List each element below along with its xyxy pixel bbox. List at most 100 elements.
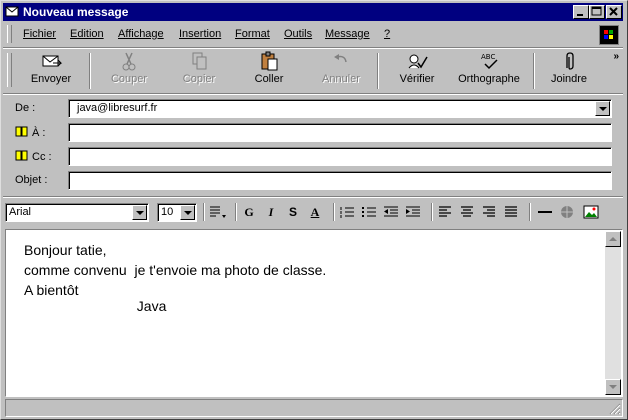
align-center-button[interactable]	[459, 204, 475, 220]
message-line: Bonjour tatie,	[24, 242, 107, 258]
spelling-button[interactable]: ABC Orthographe	[455, 51, 523, 91]
address-book-icon	[15, 150, 28, 161]
minimize-button[interactable]	[573, 5, 589, 19]
scroll-up-button[interactable]	[605, 231, 621, 247]
underline-button[interactable]: S	[285, 204, 301, 220]
numbered-list-button[interactable]	[339, 204, 355, 220]
copy-button[interactable]: Copier	[173, 51, 225, 91]
header-separator-line	[3, 196, 623, 198]
menu-format[interactable]: Format	[235, 28, 270, 40]
font-size-dropdown-button[interactable]	[180, 205, 195, 220]
menu-help[interactable]: ?	[384, 28, 390, 40]
bold-button[interactable]: G	[241, 204, 257, 220]
italic-button[interactable]: I	[263, 204, 279, 220]
undo-button[interactable]: Annuler	[315, 51, 367, 91]
message-body[interactable]: Bonjour tatie, comme convenu je t'envoie…	[5, 229, 623, 397]
horizontal-line-icon	[538, 211, 552, 213]
subject-field[interactable]	[68, 171, 612, 190]
scroll-down-button[interactable]	[605, 379, 621, 395]
message-line: Java	[24, 298, 167, 314]
scissors-icon	[122, 52, 136, 71]
send-icon	[42, 55, 63, 67]
vertical-scrollbar[interactable]	[605, 231, 621, 395]
insert-link-button[interactable]	[559, 204, 575, 220]
main-toolbar: Envoyer Couper Copier Coller Annuler Vér…	[3, 49, 623, 93]
picture-icon	[583, 205, 599, 219]
font-select[interactable]: Arial	[5, 203, 149, 222]
bullet-list-icon	[362, 207, 376, 217]
menu-affichage[interactable]: Affichage	[118, 28, 164, 40]
check-names-button[interactable]: Vérifier	[391, 51, 443, 91]
to-label-wrap[interactable]: À :	[15, 126, 45, 139]
maximize-button[interactable]	[589, 5, 605, 19]
message-line: A bientôt	[24, 282, 79, 298]
toolbar-separator	[89, 53, 91, 89]
increase-indent-button[interactable]	[405, 204, 421, 220]
arrow-up-icon	[609, 237, 617, 241]
format-toolbar: Arial 10 G I S A	[3, 199, 623, 225]
toolbar-separator-line	[3, 93, 623, 95]
font-dropdown-button[interactable]	[132, 205, 147, 220]
align-right-button[interactable]	[481, 204, 497, 220]
compose-window: Nouveau message Fichier Edition Affichag…	[0, 0, 628, 420]
align-left-icon	[439, 206, 451, 217]
font-color-button[interactable]: A	[307, 204, 323, 220]
toolbar-grip[interactable]	[7, 53, 12, 87]
toolbar-more-button[interactable]: »	[613, 51, 619, 62]
cc-label-wrap[interactable]: Cc :	[15, 150, 52, 163]
arrow-down-icon	[609, 385, 617, 389]
bullet-list-button[interactable]	[361, 204, 377, 220]
maximize-icon	[591, 6, 602, 16]
menu-edition[interactable]: Edition	[70, 28, 104, 40]
to-label: À :	[32, 127, 46, 139]
menu-insertion[interactable]: Insertion	[179, 28, 221, 40]
align-left-button[interactable]	[437, 204, 453, 220]
align-center-icon	[461, 206, 473, 217]
cc-label: Cc :	[32, 151, 52, 163]
format-separator	[529, 203, 531, 221]
send-button[interactable]: Envoyer	[25, 51, 77, 91]
menu-message[interactable]: Message	[325, 28, 370, 40]
font-value: Arial	[9, 206, 32, 218]
windows-logo-icon	[599, 25, 619, 45]
close-icon	[609, 7, 618, 16]
decrease-indent-button[interactable]	[383, 204, 399, 220]
title-bar[interactable]: Nouveau message	[3, 3, 623, 21]
format-separator	[235, 203, 237, 221]
justify-icon	[505, 206, 517, 217]
menu-fichier[interactable]: Fichier	[23, 28, 56, 40]
justify-button[interactable]	[503, 204, 519, 220]
menu-outils[interactable]: Outils	[284, 28, 312, 40]
insert-picture-button[interactable]	[583, 204, 599, 220]
resize-grip-icon[interactable]	[609, 403, 621, 415]
globe-link-icon	[561, 206, 573, 218]
to-field[interactable]	[68, 123, 612, 142]
attach-button[interactable]: Joindre	[543, 51, 595, 91]
spelling-icon: ABC	[481, 53, 498, 70]
cc-field[interactable]	[68, 147, 612, 166]
menu-bar: Fichier Edition Affichage Insertion Form…	[3, 23, 623, 47]
cut-button[interactable]: Couper	[103, 51, 155, 91]
paragraph-style-icon	[210, 206, 226, 218]
paragraph-style-button[interactable]	[207, 204, 229, 220]
numbered-list-icon	[340, 207, 354, 218]
check-names-icon	[408, 54, 428, 69]
subject-label: Objet :	[15, 174, 48, 186]
paste-button[interactable]: Coller	[243, 51, 295, 91]
copy-icon	[192, 52, 207, 70]
close-button[interactable]	[606, 5, 622, 19]
message-line: comme convenu je t'envoie ma photo de cl…	[24, 262, 327, 278]
horizontal-line-button[interactable]	[537, 204, 553, 220]
undo-icon	[334, 54, 347, 63]
from-field[interactable]: java@libresurf.fr	[68, 99, 612, 118]
paste-icon	[261, 51, 278, 71]
minimize-icon	[577, 14, 583, 16]
window-title: Nouveau message	[23, 5, 129, 19]
svg-text:ABC: ABC	[481, 53, 495, 61]
address-book-icon	[15, 126, 28, 137]
menu-grip[interactable]	[7, 25, 12, 43]
font-size-select[interactable]: 10	[157, 203, 197, 222]
font-size-value: 10	[161, 206, 174, 218]
from-dropdown-button[interactable]	[595, 101, 610, 116]
status-bar	[5, 399, 623, 417]
